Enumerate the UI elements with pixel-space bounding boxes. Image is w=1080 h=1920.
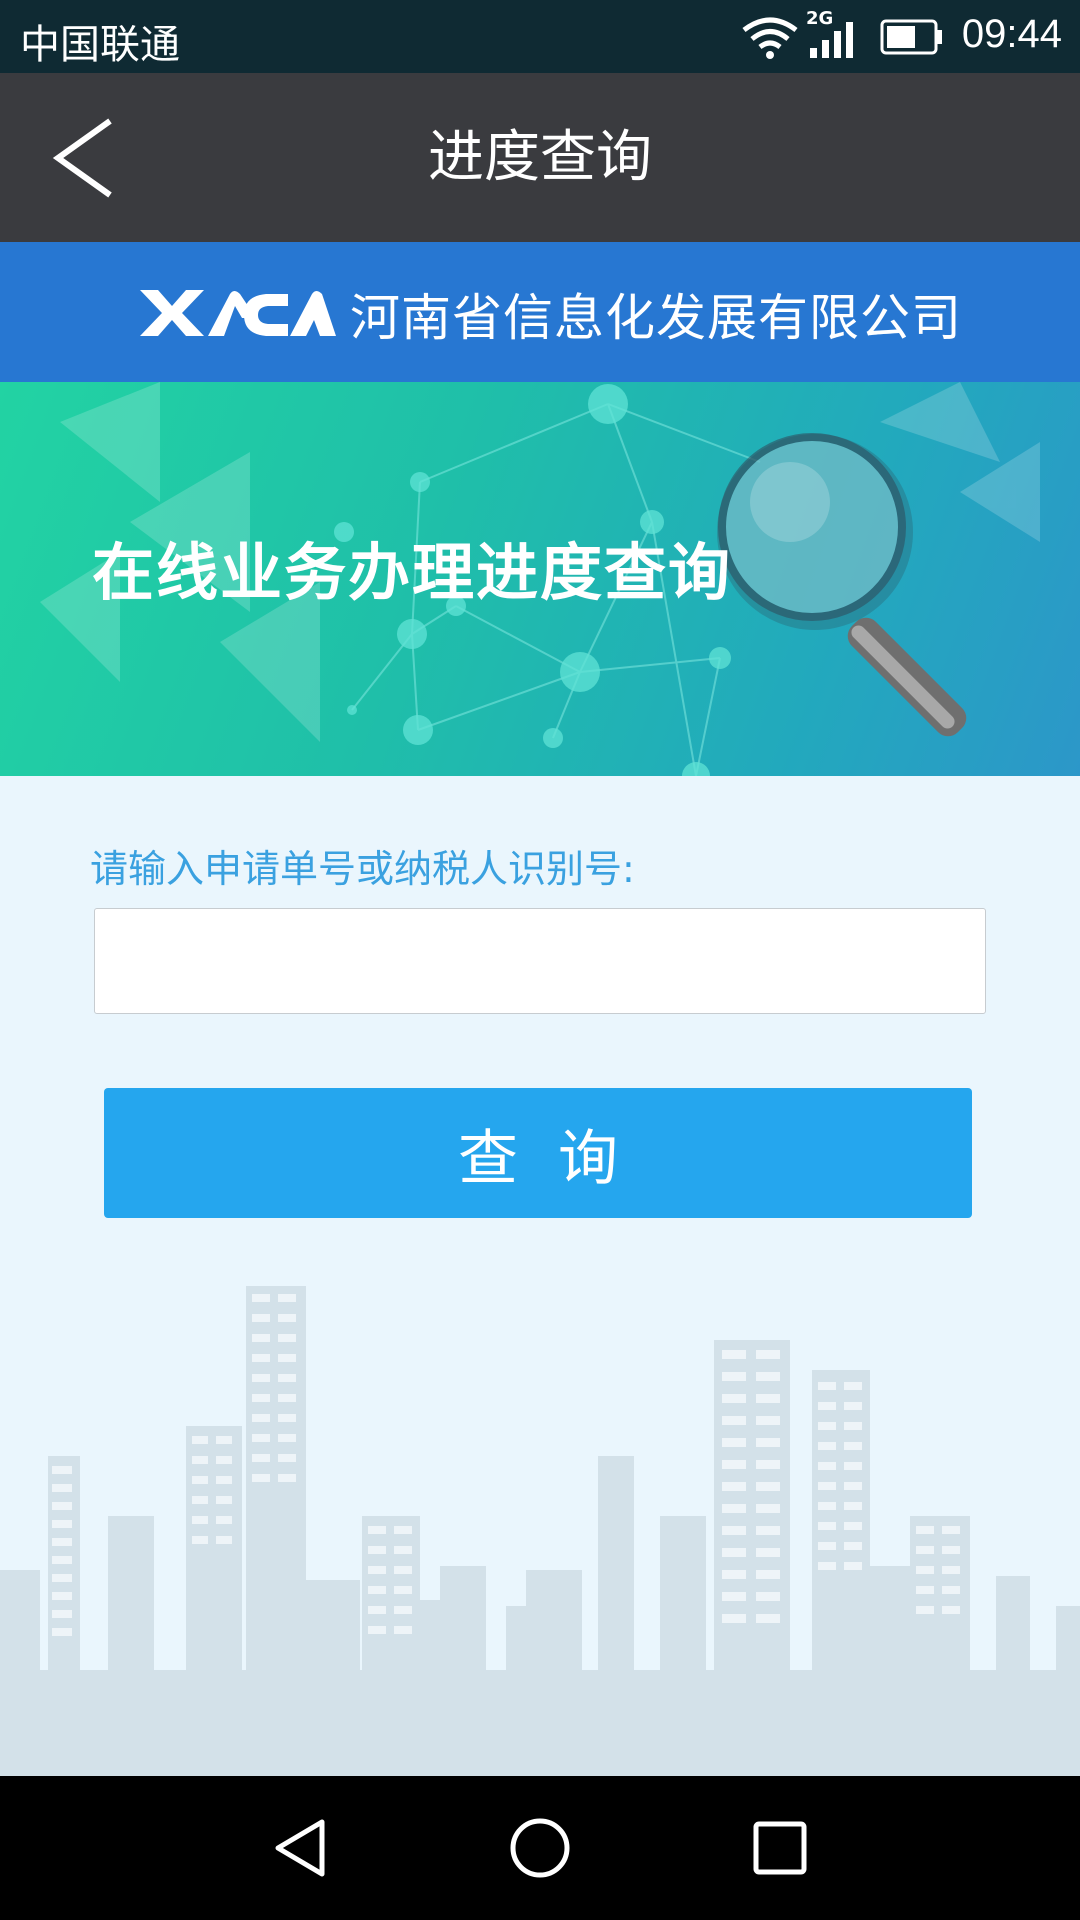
banner: 在线业务办理进度查询: [0, 382, 1080, 776]
nav-back-button[interactable]: [260, 1808, 340, 1888]
page-title: 进度查询: [428, 125, 652, 190]
title-bar: 进度查询: [0, 73, 1080, 242]
query-input-label: 请输入申请单号或纳税人识别号:: [90, 847, 635, 891]
nav-recents-button[interactable]: [740, 1808, 820, 1888]
clock: 09:44: [961, 12, 1062, 56]
status-bar: 中国联通 2G 09:44: [0, 0, 1080, 73]
query-button[interactable]: 查询: [104, 1088, 972, 1218]
city-skyline-illustration: [0, 1286, 1080, 1776]
back-button[interactable]: [38, 113, 128, 203]
magnifier-icon: [717, 433, 967, 737]
signal-icon: [810, 22, 853, 58]
company-name: 河南省信息化发展有限公司: [350, 289, 962, 347]
banner-headline: 在线业务办理进度查询: [92, 536, 733, 609]
battery-icon: [880, 19, 942, 55]
recents-square-icon: [753, 1821, 807, 1875]
home-circle-icon: [510, 1818, 570, 1878]
system-nav-bar: [0, 1776, 1080, 1920]
back-triangle-icon: [275, 1819, 325, 1877]
query-number-input[interactable]: [94, 908, 986, 1014]
xaca-logo: [140, 290, 336, 336]
chevron-left-icon: [52, 118, 112, 198]
wifi-icon: [742, 17, 798, 59]
carrier-name: 中国联通: [20, 22, 180, 68]
nav-home-button[interactable]: [500, 1808, 580, 1888]
brand-bar: 河南省信息化发展有限公司: [0, 242, 1080, 382]
